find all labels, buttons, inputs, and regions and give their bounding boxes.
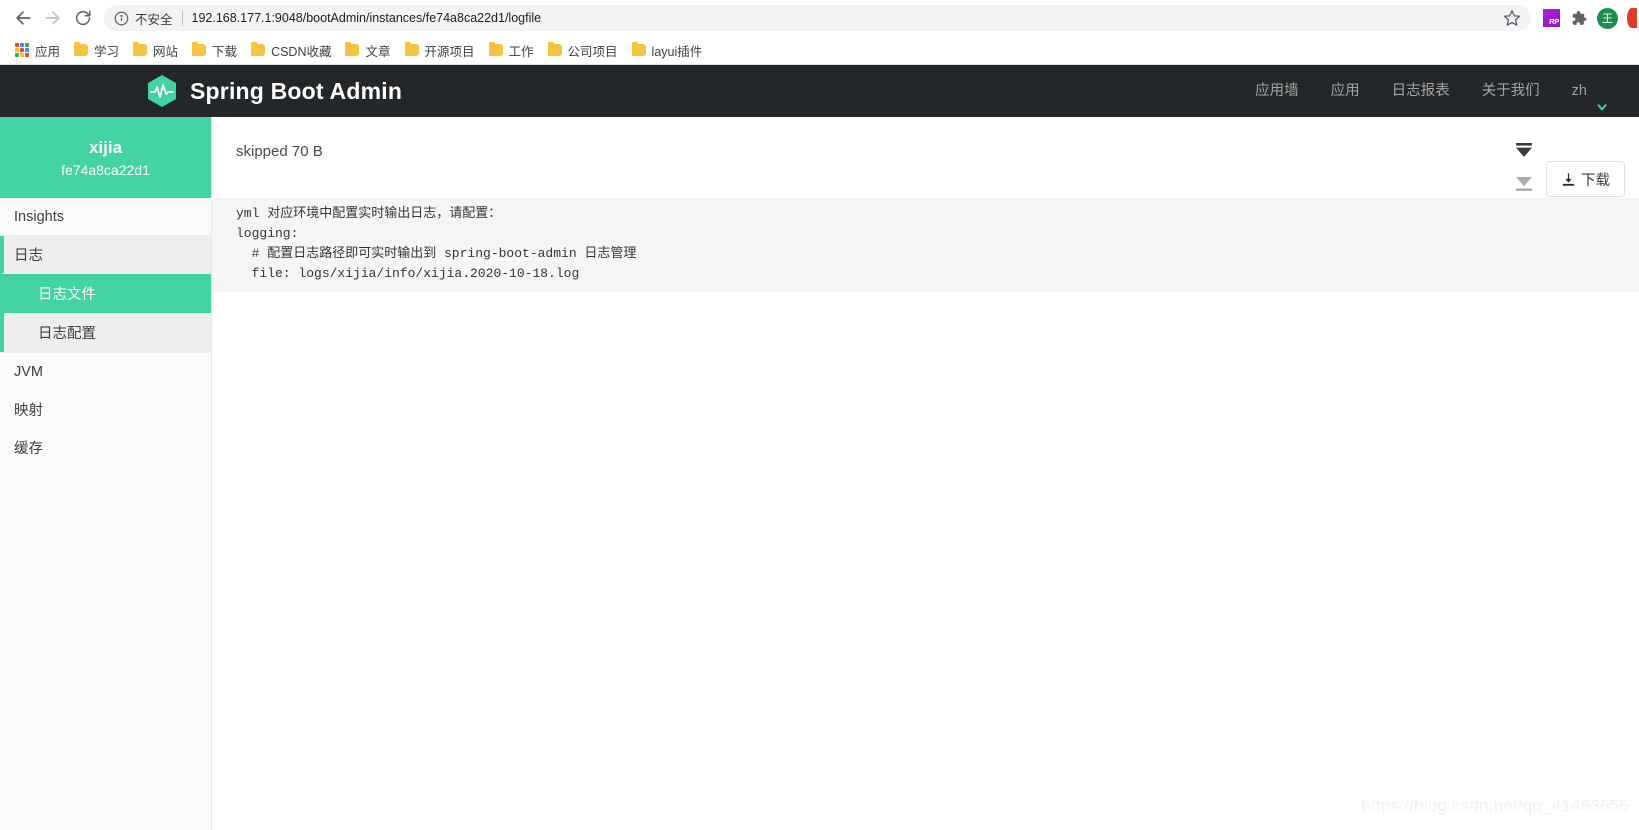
folder-icon xyxy=(489,44,503,56)
scroll-to-top-icon[interactable] xyxy=(1514,143,1534,161)
bookmark-apps[interactable]: 应用 xyxy=(9,39,68,62)
bookmark-label: 下载 xyxy=(212,41,237,60)
sidebar-item-logging-config[interactable]: 日志配置 xyxy=(0,313,211,352)
puzzle-extensions-icon[interactable] xyxy=(1569,9,1588,28)
nav-item-log-report[interactable]: 日志报表 xyxy=(1376,65,1466,117)
security-label: 不安全 xyxy=(135,9,173,28)
instance-header: xijia fe74a8ca22d1 xyxy=(0,117,211,198)
sidebar-item-mappings[interactable]: 映射 xyxy=(0,390,211,428)
log-line: logging: xyxy=(236,224,1639,244)
bookmark-folder-7[interactable]: 工作 xyxy=(483,39,542,62)
download-label: 下载 xyxy=(1581,169,1610,190)
page-layout: xijia fe74a8ca22d1 Insights 日志 日志文件 日志配置… xyxy=(0,117,1639,830)
log-controls: 下载 xyxy=(1514,139,1625,197)
nav-item-about-us[interactable]: 关于我们 xyxy=(1466,65,1556,117)
spring-boot-admin-logo-icon xyxy=(146,74,178,108)
forward-icon[interactable] xyxy=(38,3,68,33)
menu-edge-icon[interactable] xyxy=(1627,8,1637,28)
folder-icon xyxy=(133,44,147,56)
sidebar-item-jvm[interactable]: JVM xyxy=(0,352,211,390)
watermark: https://blog.csdn.net/qq_41463655 xyxy=(1362,796,1629,816)
bookmark-label: layui插件 xyxy=(652,41,703,60)
bookmark-folder-5[interactable]: 文章 xyxy=(339,39,398,62)
app-nav: 应用墙 应用 日志报表 关于我们 zh xyxy=(1239,65,1639,117)
sidebar-item-logfile[interactable]: 日志文件 xyxy=(0,274,211,313)
bookmark-label: 开源项目 xyxy=(425,41,475,60)
browser-chrome: 不安全 192.168.177.1:9048/bootAdmin/instanc… xyxy=(0,0,1639,65)
omnibox-divider xyxy=(182,11,183,26)
brand[interactable]: Spring Boot Admin xyxy=(146,74,402,108)
brand-title: Spring Boot Admin xyxy=(190,78,402,105)
apps-grid-icon xyxy=(15,43,29,57)
bookmark-label: CSDN收藏 xyxy=(271,41,331,60)
bookmark-folder-1[interactable]: 学习 xyxy=(68,39,127,62)
nav-item-applications-wall[interactable]: 应用墙 xyxy=(1239,65,1315,117)
rp-extension-icon[interactable]: RP xyxy=(1543,9,1560,27)
bookmark-label: 文章 xyxy=(365,41,390,60)
scroll-to-bottom-icon[interactable] xyxy=(1514,177,1534,195)
bookmark-folder-8[interactable]: 公司项目 xyxy=(542,39,626,62)
chevron-down-icon xyxy=(1595,84,1609,98)
info-circle-icon[interactable] xyxy=(114,11,129,26)
reload-icon[interactable] xyxy=(68,3,98,33)
sidebar-item-logs[interactable]: 日志 xyxy=(0,236,211,274)
sidebar-item-insights[interactable]: Insights xyxy=(0,198,211,236)
profile-avatar[interactable]: 王 xyxy=(1597,8,1618,29)
bookmark-folder-9[interactable]: layui插件 xyxy=(626,39,711,62)
instance-id: fe74a8ca22d1 xyxy=(61,162,150,178)
folder-icon xyxy=(405,44,419,56)
download-button[interactable]: 下载 xyxy=(1546,161,1625,197)
extension-icons: RP 王 xyxy=(1539,8,1631,29)
bookmark-label: 公司项目 xyxy=(568,41,618,60)
language-label: zh xyxy=(1572,65,1587,117)
bookmark-folder-3[interactable]: 下载 xyxy=(186,39,245,62)
bookmark-star-icon[interactable] xyxy=(1503,9,1521,27)
log-line: # 配置日志路径即可实时输出到 spring-boot-admin 日志管理 xyxy=(236,244,1639,264)
log-output-pane[interactable]: yml 对应环境中配置实时输出日志，请配置： logging: # 配置日志路径… xyxy=(212,198,1639,292)
instance-name: xijia xyxy=(89,138,122,158)
main-content: skipped 70 B 下载 yml 对应环境中配置实时输出日志，请配置： l… xyxy=(212,117,1639,830)
skipped-bytes-label: skipped 70 B xyxy=(212,117,1639,160)
folder-icon xyxy=(632,44,646,56)
bookmark-label: 应用 xyxy=(35,41,60,60)
bookmark-label: 学习 xyxy=(94,41,119,60)
log-line: yml 对应环境中配置实时输出日志，请配置： xyxy=(236,204,1639,224)
app-header: Spring Boot Admin 应用墙 应用 日志报表 关于我们 zh xyxy=(0,65,1639,117)
bookmark-folder-2[interactable]: 网站 xyxy=(127,39,186,62)
folder-icon xyxy=(192,44,206,56)
folder-icon xyxy=(74,44,88,56)
folder-icon xyxy=(345,44,359,56)
browser-toolbar: 不安全 192.168.177.1:9048/bootAdmin/instanc… xyxy=(0,0,1639,36)
scroll-arrows xyxy=(1514,139,1534,195)
back-icon[interactable] xyxy=(8,3,38,33)
nav-item-applications[interactable]: 应用 xyxy=(1315,65,1376,117)
address-bar[interactable]: 不安全 192.168.177.1:9048/bootAdmin/instanc… xyxy=(104,5,1531,31)
bookmark-label: 网站 xyxy=(153,41,178,60)
folder-icon xyxy=(548,44,562,56)
language-selector[interactable]: zh xyxy=(1556,65,1617,117)
sidebar-item-caches[interactable]: 缓存 xyxy=(0,428,211,466)
bookmarks-bar: 应用 学习 网站 下载 CSDN收藏 文章 开源项目 工作 xyxy=(0,36,1639,64)
download-icon xyxy=(1561,172,1576,187)
folder-icon xyxy=(251,44,265,56)
log-line: file: logs/xijia/info/xijia.2020-10-18.l… xyxy=(236,264,1639,284)
url-text[interactable]: 192.168.177.1:9048/bootAdmin/instances/f… xyxy=(192,11,1495,25)
sidebar: xijia fe74a8ca22d1 Insights 日志 日志文件 日志配置… xyxy=(0,117,212,830)
bookmark-label: 工作 xyxy=(509,41,534,60)
bookmark-folder-4[interactable]: CSDN收藏 xyxy=(245,39,339,62)
bookmark-folder-6[interactable]: 开源项目 xyxy=(399,39,483,62)
